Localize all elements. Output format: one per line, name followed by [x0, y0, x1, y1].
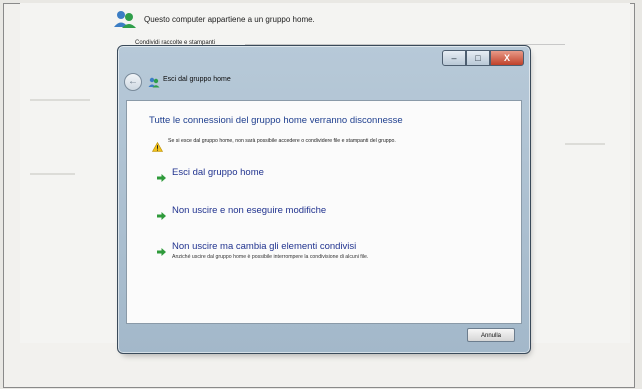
- dialog-title: Esci dal gruppo home: [163, 76, 231, 83]
- green-arrow-icon: [157, 207, 166, 220]
- background-title: Questo computer appartiene a un gruppo h…: [144, 14, 315, 24]
- background-header: Questo computer appartiene a un gruppo h…: [112, 9, 315, 29]
- dialog-content: Tutte le connessioni del gruppo home ver…: [126, 100, 522, 324]
- maximize-button[interactable]: □: [466, 50, 490, 66]
- homegroup-icon: [112, 9, 138, 29]
- green-arrow-icon: [157, 243, 166, 256]
- option-label: Non uscire ma cambia gli elementi condiv…: [172, 241, 357, 252]
- back-button[interactable]: ←: [124, 73, 142, 91]
- option-label: Non uscire e non eseguire modifiche: [172, 205, 327, 216]
- back-arrow-icon: ←: [128, 76, 138, 87]
- warning-icon: [151, 139, 164, 152]
- option-label: Esci dal gruppo home: [172, 167, 264, 178]
- main-heading: Tutte le connessioni del gruppo home ver…: [149, 115, 403, 126]
- cancel-button[interactable]: Annulla: [467, 328, 515, 342]
- warning-message: Se si esce dal gruppo home, non sarà pos…: [151, 138, 502, 152]
- green-arrow-icon: [157, 169, 166, 182]
- dialog-footer: Annulla: [126, 323, 522, 349]
- minimize-button[interactable]: –: [442, 50, 466, 66]
- caption-buttons: – □ X: [442, 50, 524, 66]
- close-button[interactable]: X: [490, 50, 524, 66]
- option-leave-homegroup[interactable]: Esci dal gruppo home: [157, 167, 264, 182]
- homegroup-title-icon: [148, 75, 160, 88]
- leave-homegroup-dialog: – □ X ← Esci dal gruppo home Tutte le co…: [117, 45, 531, 354]
- option-do-not-leave[interactable]: Non uscire e non eseguire modifiche: [157, 205, 327, 220]
- option-description: Anziché uscire dal gruppo home è possibi…: [172, 254, 369, 260]
- option-change-shared-items[interactable]: Non uscire ma cambia gli elementi condiv…: [157, 241, 368, 260]
- warning-text: Se si esce dal gruppo home, non sarà pos…: [168, 138, 396, 144]
